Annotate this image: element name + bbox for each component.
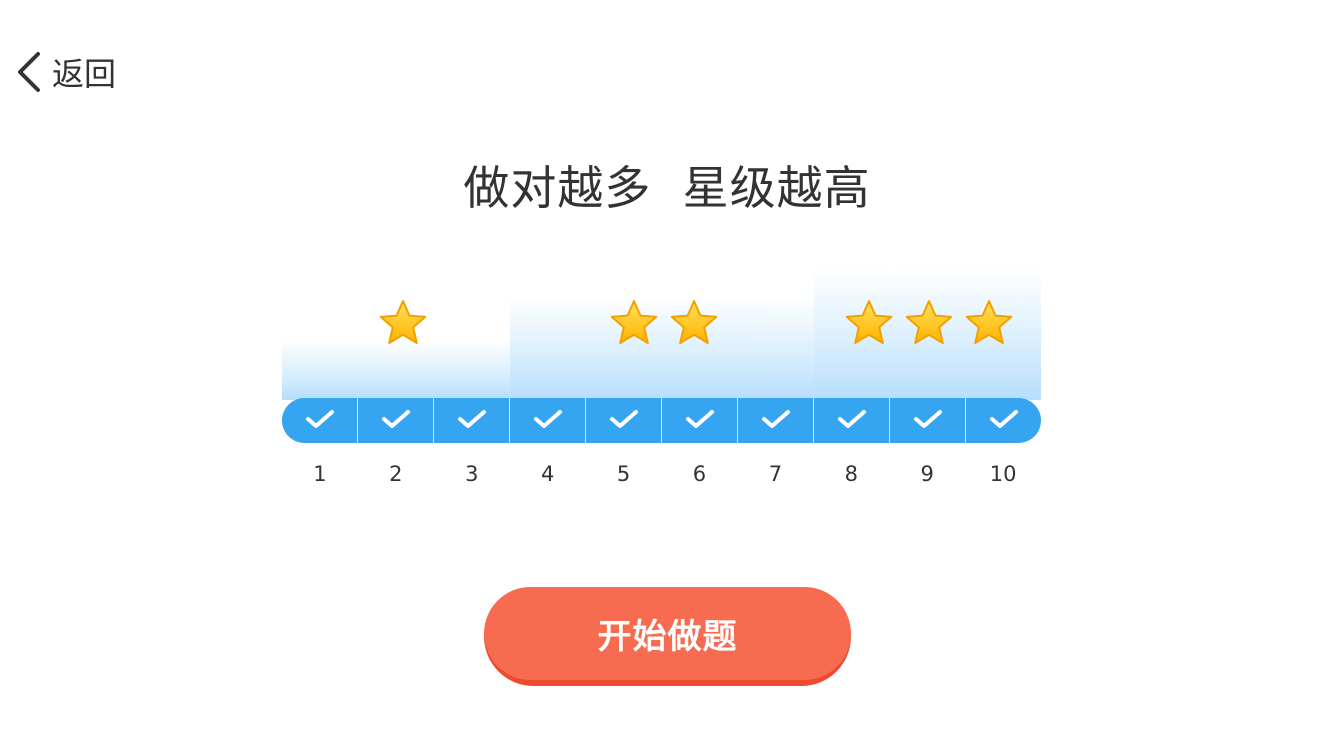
check-icon (609, 408, 639, 434)
progress-cell (510, 398, 586, 443)
question-number: 8 (844, 462, 858, 486)
tier-2-stars (608, 298, 720, 350)
star-icon (608, 298, 660, 350)
check-icon (913, 408, 943, 434)
question-number: 6 (692, 462, 707, 486)
chevron-left-icon (14, 48, 44, 96)
star-icon (903, 298, 955, 350)
tier-3-stars (843, 298, 1015, 350)
question-number: 10 (989, 462, 1017, 486)
check-icon (457, 408, 487, 434)
question-number: 2 (389, 462, 403, 486)
progress-cell (814, 398, 890, 443)
question-number: 1 (313, 462, 327, 486)
question-numbers: 1 2 3 4 5 6 7 8 9 10 (282, 462, 1041, 488)
page-title: 做对越多 星级越高 (463, 161, 871, 215)
progress-cell (738, 398, 814, 443)
check-icon (381, 408, 411, 434)
check-icon (837, 408, 867, 434)
progress-cell (586, 398, 662, 443)
tier-1-stars (377, 298, 429, 350)
progress-cell (358, 398, 434, 443)
star-icon (843, 298, 895, 350)
progress-cell (282, 398, 358, 443)
start-quiz-label: 开始做题 (597, 617, 738, 657)
star-icon (377, 298, 429, 350)
question-number: 7 (768, 462, 783, 486)
back-label: 返回 (52, 55, 117, 93)
progress-cell (966, 398, 1041, 443)
star-rating-progress: 1 2 3 4 5 6 7 8 9 10 (282, 268, 1041, 500)
check-icon (533, 408, 563, 434)
question-number: 4 (540, 462, 555, 486)
progress-cell (890, 398, 966, 443)
progress-cell (434, 398, 510, 443)
progress-bar (282, 398, 1041, 443)
question-number: 9 (920, 462, 934, 486)
check-icon (685, 408, 715, 434)
star-icon (963, 298, 1015, 350)
start-quiz-button-face: 开始做题 (484, 587, 851, 680)
progress-cell (662, 398, 738, 443)
check-icon (305, 408, 335, 434)
check-icon (761, 408, 791, 434)
back-button[interactable]: 返回 (14, 48, 116, 96)
question-number: 3 (465, 462, 479, 486)
check-icon (989, 408, 1019, 434)
question-number: 5 (616, 462, 631, 486)
star-icon (668, 298, 720, 350)
start-quiz-button[interactable]: 开始做题 (484, 587, 851, 686)
quiz-intro-page: 返回 做对越多 星级越高 1 2 3 4 5 6 7 8 9 10 开始做题 (0, 0, 1334, 750)
